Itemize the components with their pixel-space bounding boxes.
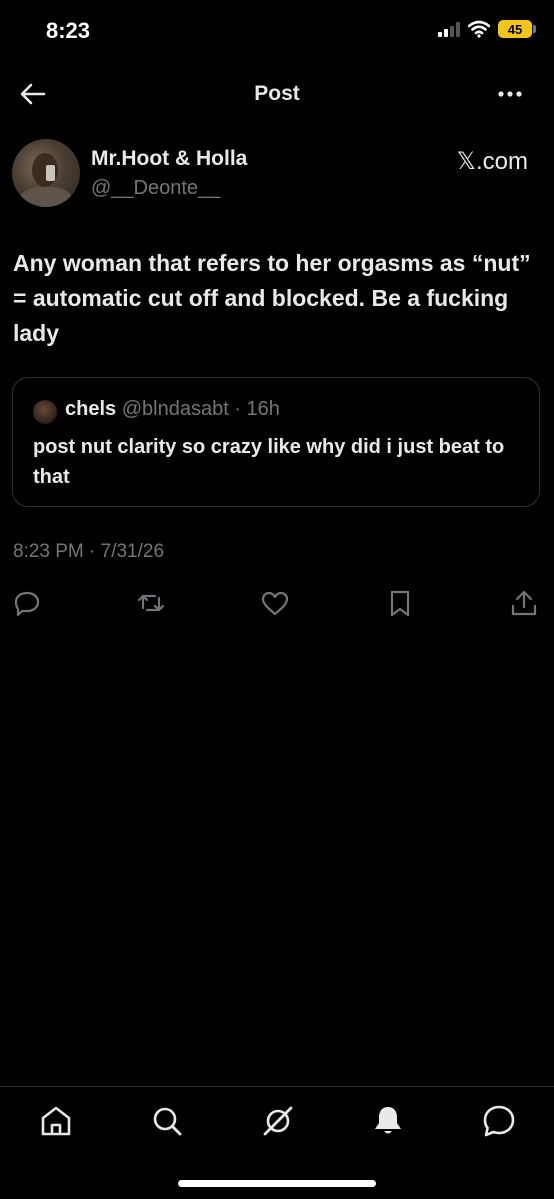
bookmark-button[interactable] — [385, 588, 415, 618]
nav-notifications-button[interactable] — [370, 1103, 406, 1139]
reply-button[interactable] — [12, 588, 42, 618]
status-time: 8:23 — [46, 18, 91, 43]
source-label: 𝕏.com — [456, 148, 528, 175]
quoted-post-text: post nut clarity so crazy like why did i… — [33, 436, 505, 488]
nav-search-button[interactable] — [149, 1103, 185, 1139]
battery-level: 45 — [507, 21, 523, 37]
author-avatar[interactable] — [12, 139, 80, 207]
wifi-icon — [468, 20, 490, 38]
quoted-post-header: chels @blndasabt · 16h — [65, 398, 280, 421]
page-title: Post — [254, 82, 300, 105]
battery-icon: 45 — [498, 20, 536, 38]
repost-icon — [137, 594, 165, 612]
search-icon — [153, 1107, 182, 1136]
post-text: Any woman that refers to her orgasms as … — [13, 250, 531, 346]
home-icon — [41, 1106, 71, 1136]
reply-icon — [14, 591, 40, 617]
nav-home-button[interactable] — [38, 1103, 74, 1139]
nav-messages-button[interactable] — [481, 1103, 517, 1139]
grok-icon — [263, 1106, 293, 1136]
bookmark-icon — [390, 590, 410, 617]
notifications-bell-icon — [375, 1107, 401, 1134]
share-button[interactable] — [509, 588, 539, 618]
author-name[interactable]: Mr.Hoot & Holla — [91, 147, 247, 171]
bottom-nav-divider — [0, 1086, 554, 1087]
more-options-button[interactable] — [496, 82, 526, 106]
quoted-post-card[interactable]: chels @blndasabt · 16h post nut clarity … — [12, 377, 540, 507]
more-horizontal-icon — [498, 91, 522, 97]
quoted-author-name: chels — [65, 398, 117, 420]
quoted-author-handle-time: @blndasabt · 16h — [116, 398, 280, 420]
like-icon — [261, 591, 289, 616]
nav-grok-button[interactable] — [260, 1103, 296, 1139]
quoted-author-avatar — [33, 400, 57, 424]
like-button[interactable] — [260, 588, 290, 618]
status-icons: 45 — [438, 20, 536, 38]
home-indicator[interactable] — [178, 1180, 376, 1187]
repost-button[interactable] — [136, 588, 166, 618]
author-handle[interactable]: @__Deonte__ — [91, 177, 220, 200]
post-timestamp: 8:23 PM · 7/31/26 — [13, 541, 165, 562]
messages-icon — [483, 1105, 515, 1137]
cellular-signal-icon — [438, 21, 460, 37]
share-icon — [511, 590, 537, 616]
